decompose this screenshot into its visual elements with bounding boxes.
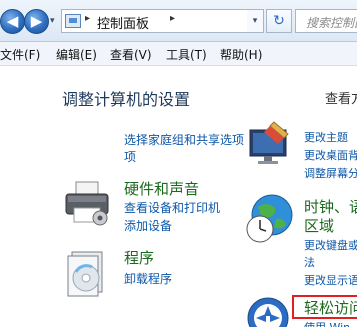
uninstall-program-link[interactable]: 卸载程序 — [124, 270, 172, 287]
menu-tools[interactable]: 工具(T) — [166, 46, 207, 63]
back-arrow-icon: ◀ — [6, 12, 19, 30]
address-bar[interactable]: ▸ 控制面板 ▸ — [61, 9, 264, 33]
refresh-button[interactable]: ↻ — [266, 9, 292, 33]
programs-disc-icon[interactable] — [62, 246, 112, 298]
breadcrumb-separator-icon[interactable]: ▸ — [85, 13, 90, 24]
menu-file[interactable]: 文件(F) — [0, 46, 40, 63]
menu-bar: 文件(F) 编辑(E) 查看(V) 工具(T) 帮助(H) — [0, 42, 357, 66]
view-by-label[interactable]: 查看方 — [325, 88, 357, 107]
menu-edit[interactable]: 编辑(E) — [56, 46, 97, 63]
homegroup-sharing-link[interactable]: 选择家庭组和共享选项 — [124, 131, 244, 148]
address-history-dropdown[interactable]: ▾ — [247, 9, 264, 33]
back-button[interactable]: ◀ — [0, 9, 25, 34]
clock-language-region-title-line2[interactable]: 区域 — [304, 215, 334, 236]
clock-language-region-title[interactable]: 时钟、语 — [304, 196, 357, 217]
adjust-screen-resolution-link[interactable]: 调整屏幕分 — [304, 165, 357, 181]
chevron-down-icon: ▾ — [252, 16, 258, 26]
programs-title[interactable]: 程序 — [124, 247, 154, 268]
change-theme-link[interactable]: 更改主题 — [304, 129, 348, 145]
use-windows-suggested-settings-link[interactable]: 使用 Win — [304, 319, 350, 327]
globe-clock-icon[interactable] — [244, 193, 294, 245]
change-desktop-background-link[interactable]: 更改桌面背 — [304, 147, 357, 163]
forward-button[interactable]: ▶ — [24, 9, 49, 34]
printer-icon[interactable] — [62, 178, 112, 228]
view-devices-printers-link[interactable]: 查看设备和打印机 — [124, 199, 220, 216]
control-panel-icon — [65, 14, 81, 28]
page-title: 调整计算机的设置 — [62, 90, 191, 109]
change-keyboard-input-link-wrap[interactable]: 法 — [304, 254, 315, 270]
ease-of-access-icon[interactable] — [244, 296, 292, 327]
menu-view[interactable]: 查看(V) — [110, 46, 152, 63]
display-brush-icon[interactable] — [244, 118, 292, 166]
refresh-icon: ↻ — [273, 13, 285, 29]
breadcrumb-control-panel[interactable]: 控制面板 — [97, 13, 149, 32]
breadcrumb-separator-icon[interactable]: ▸ — [170, 13, 175, 24]
change-keyboard-input-link[interactable]: 更改键盘或 — [304, 237, 357, 253]
recent-pages-dropdown[interactable]: ▾ — [50, 13, 55, 29]
highlight-annotation-box — [292, 295, 357, 319]
forward-arrow-icon: ▶ — [30, 12, 43, 30]
navigation-bar: ◀ ▶ ▾ ▸ 控制面板 ▸ ▾ ↻ 搜索控制面 — [0, 0, 357, 42]
search-box[interactable]: 搜索控制面 — [295, 9, 357, 33]
chevron-down-icon: ▾ — [50, 16, 55, 26]
change-display-language-link[interactable]: 更改显示语 — [304, 272, 357, 288]
search-placeholder: 搜索控制面 — [306, 16, 357, 30]
homegroup-sharing-link-wrap[interactable]: 项 — [124, 148, 136, 165]
add-device-link[interactable]: 添加设备 — [124, 217, 172, 234]
menu-help[interactable]: 帮助(H) — [220, 46, 262, 63]
hardware-sound-title[interactable]: 硬件和声音 — [124, 178, 199, 199]
